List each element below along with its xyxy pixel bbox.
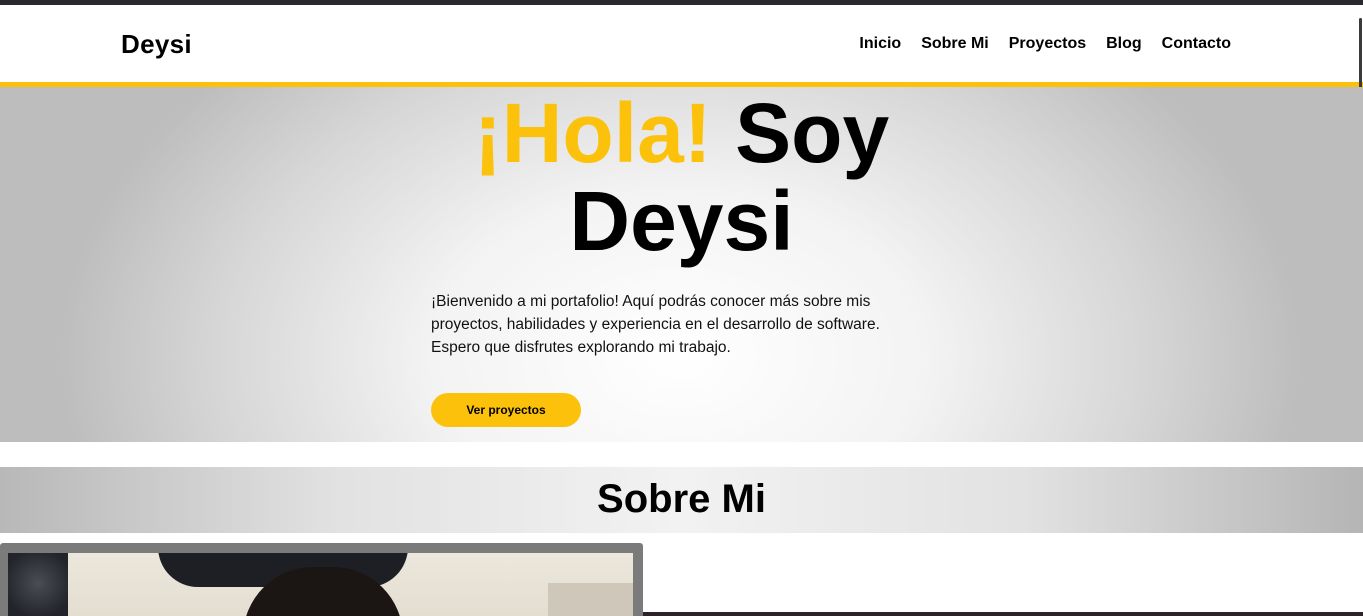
- about-header-band: Sobre Mi: [0, 467, 1363, 533]
- nav-link-inicio[interactable]: Inicio: [859, 35, 901, 53]
- nav-link-sobre-mi[interactable]: Sobre Mi: [921, 35, 989, 53]
- hero-intro-text: ¡Bienvenido a mi portafolio! Aquí podrás…: [431, 293, 880, 356]
- photo-background: [548, 583, 633, 616]
- hero-greeting: ¡Hola!: [473, 87, 712, 180]
- brand-logo[interactable]: Deysi: [121, 29, 192, 60]
- ver-proyectos-button[interactable]: Ver proyectos: [431, 393, 581, 427]
- about-photo-frame: [0, 543, 643, 616]
- hero-section: ¡Hola! Soy Deysi ¡Bienvenido a mi portaf…: [0, 87, 1363, 442]
- nav-link-proyectos[interactable]: Proyectos: [1009, 35, 1086, 53]
- hero-title-soy: Soy: [735, 87, 890, 180]
- next-section-edge: [643, 612, 1363, 616]
- hero-title-name: Deysi: [569, 174, 794, 268]
- nav-links: Inicio Sobre Mi Proyectos Blog Contacto: [859, 35, 1231, 53]
- photo-shadow: [8, 553, 68, 616]
- about-photo: [8, 553, 633, 616]
- nav-link-blog[interactable]: Blog: [1106, 35, 1142, 53]
- about-title: Sobre Mi: [597, 477, 766, 521]
- hero-title: ¡Hola! Soy Deysi: [0, 89, 1363, 265]
- nav-link-contacto[interactable]: Contacto: [1162, 35, 1231, 53]
- navbar: Deysi Inicio Sobre Mi Proyectos Blog Con…: [0, 5, 1363, 87]
